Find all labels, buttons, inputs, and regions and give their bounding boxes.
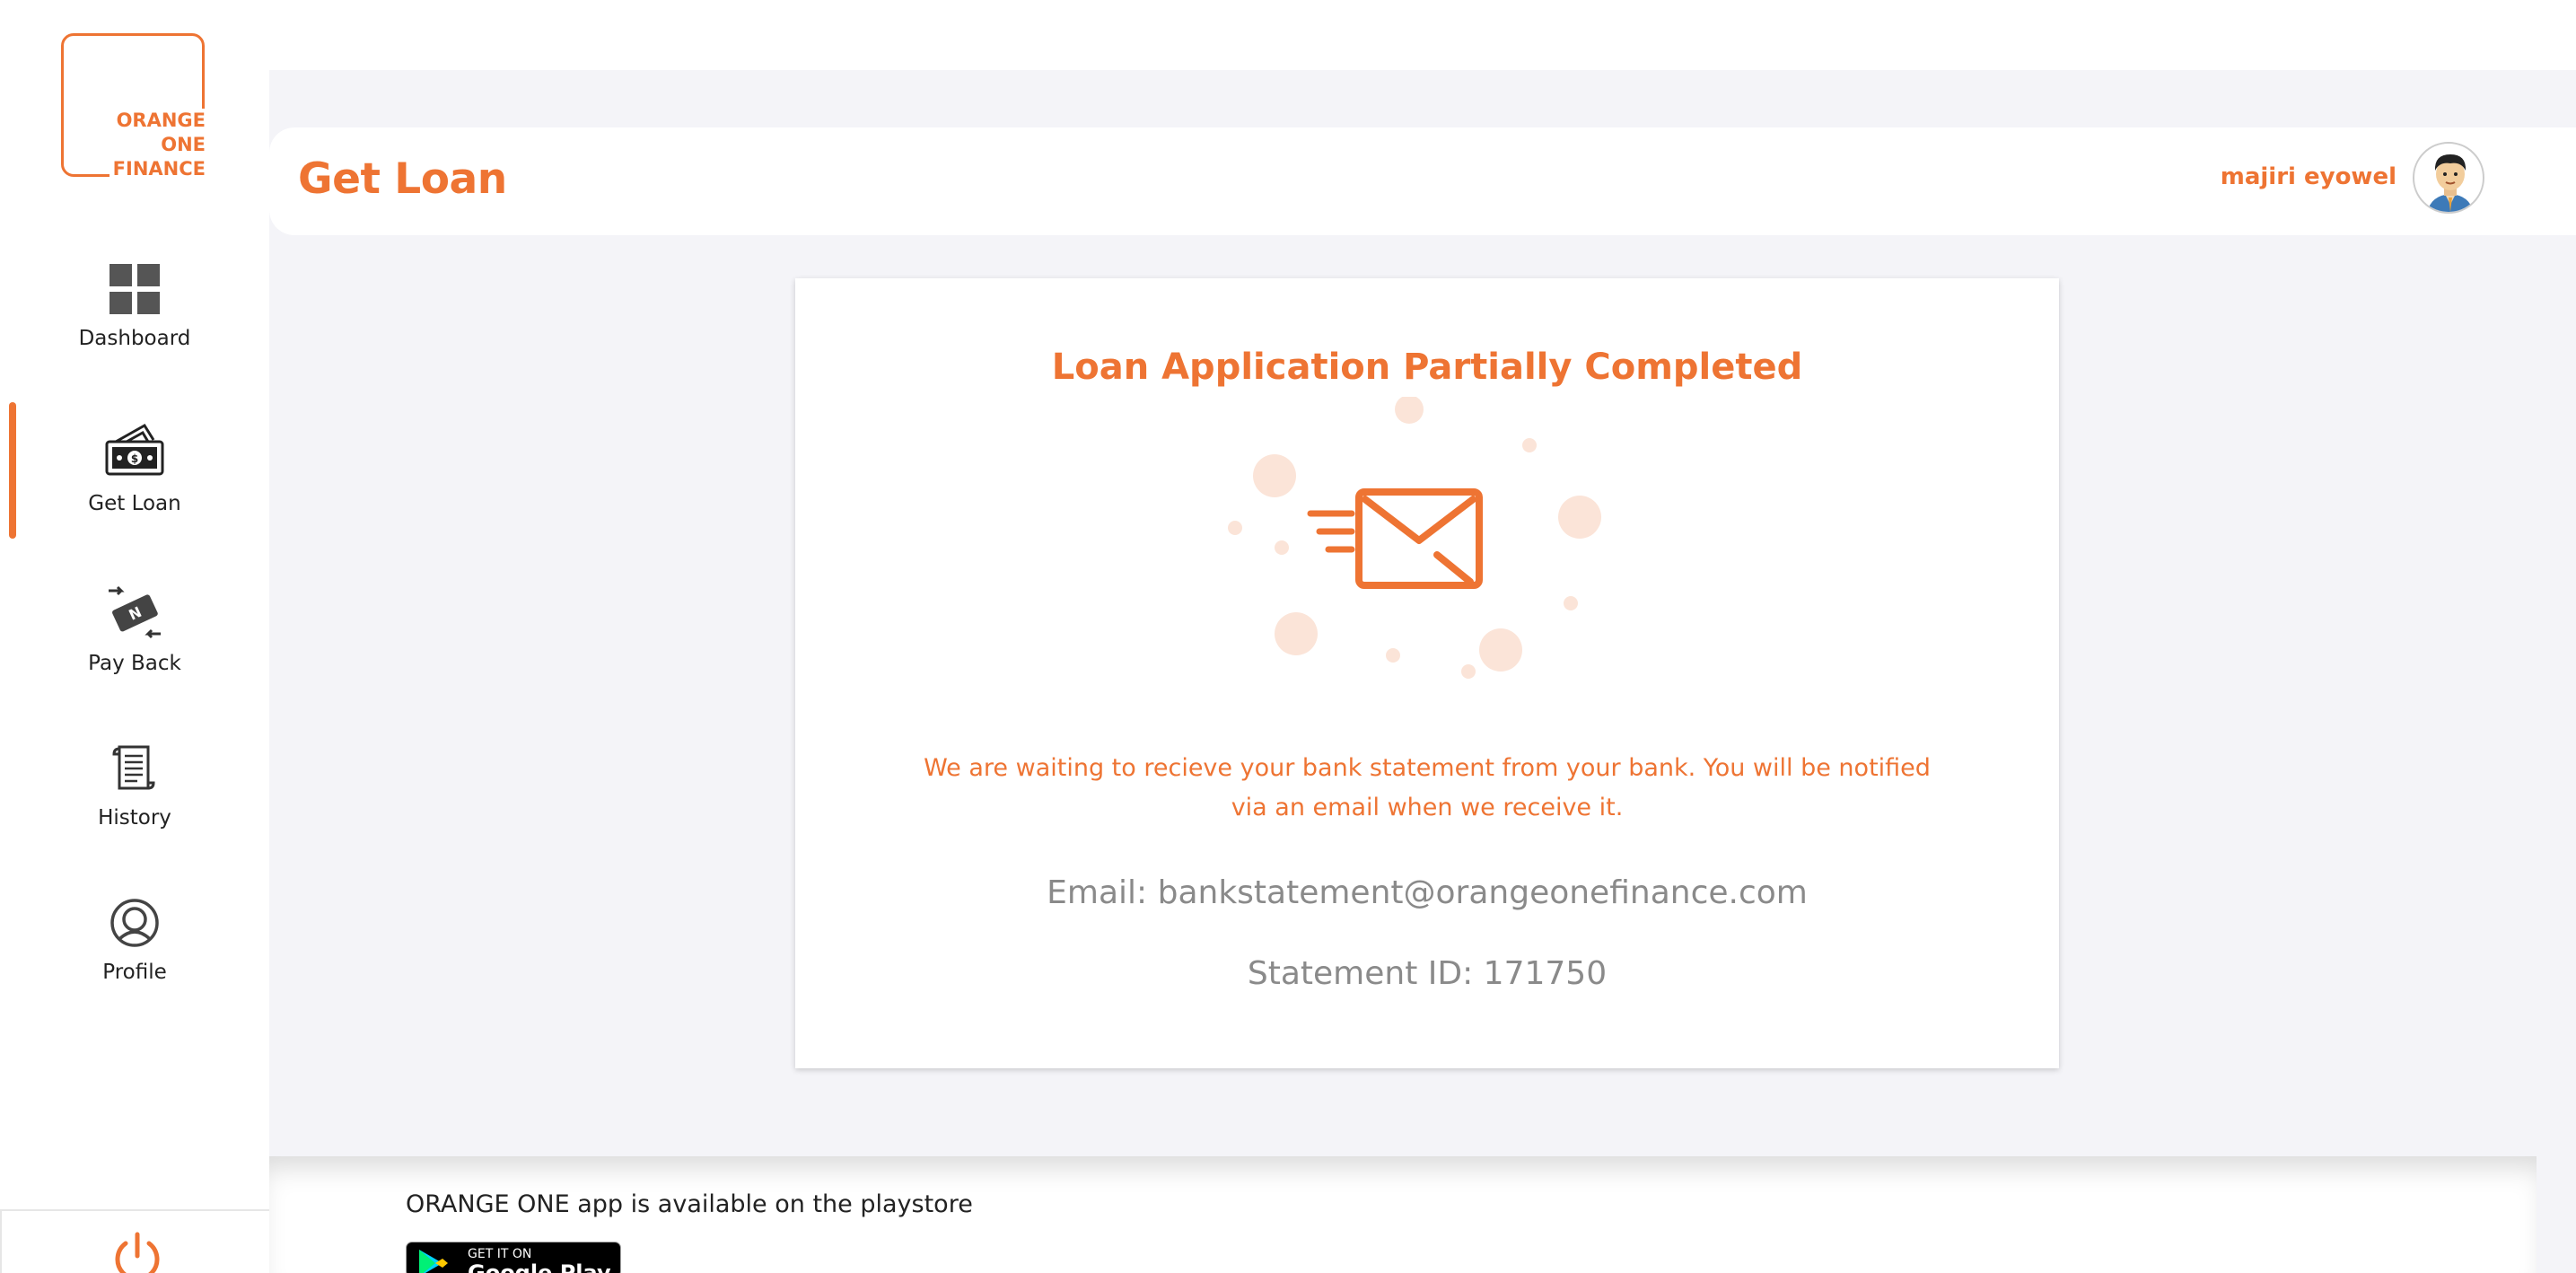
user-name[interactable]: majiri eyowel: [2221, 163, 2396, 190]
sidebar-item-label: Dashboard: [78, 327, 191, 350]
google-play-icon: [419, 1250, 448, 1273]
page-title: Get Loan: [298, 154, 507, 204]
dashboard-grid-icon: [110, 264, 160, 314]
svg-text:$: $: [131, 452, 138, 465]
brand-logo[interactable]: ORANGE ONE FINANCE: [61, 33, 206, 181]
sidebar-item-get-loan[interactable]: $ Get Loan: [0, 420, 269, 515]
card-title: Loan Application Partially Completed: [1051, 347, 1803, 388]
app-promo-footer: ORANGE ONE app is available on the plays…: [269, 1156, 2537, 1273]
sidebar: ORANGE ONE FINANCE Dashboard $ Get Loan: [0, 0, 269, 1273]
loan-status-card: Loan Application Partially Completed We …: [795, 278, 2059, 1068]
scroll-history-icon: [112, 745, 155, 790]
sidebar-item-history[interactable]: History: [0, 743, 269, 830]
money-cash-icon: $: [105, 423, 164, 476]
statement-email: Email: bankstatement@orangeonefinance.co…: [1047, 874, 1808, 911]
sidebar-item-label: Profile: [102, 961, 167, 984]
sidebar-item-label: Get Loan: [88, 492, 181, 515]
envelope-send-icon: [1228, 397, 1601, 679]
footer-text: ORANGE ONE app is available on the plays…: [406, 1190, 973, 1218]
sidebar-item-pay-back[interactable]: N Pay Back: [0, 585, 269, 675]
statement-id: Statement ID: 171750: [1247, 955, 1608, 992]
avatar[interactable]: [2413, 142, 2484, 214]
sidebar-item-label: Pay Back: [88, 652, 181, 675]
payback-transfer-icon: N: [109, 585, 161, 639]
sidebar-item-dashboard[interactable]: Dashboard: [0, 264, 269, 350]
user-avatar-icon: [2427, 154, 2474, 212]
status-message: We are waiting to recieve your bank stat…: [924, 754, 1931, 821]
page-header: Get Loan majiri eyowel: [269, 127, 2576, 235]
logout-button[interactable]: [0, 1209, 269, 1273]
user-profile-icon: [110, 899, 159, 947]
google-play-badge[interactable]: GET IT ON Google Play: [406, 1242, 621, 1273]
sidebar-item-profile[interactable]: Profile: [0, 898, 269, 984]
power-icon: [115, 1232, 160, 1273]
badge-small-text: GET IT ON: [468, 1247, 532, 1261]
brand-logo-text: ORANGE ONE FINANCE: [109, 109, 206, 181]
sidebar-item-label: History: [98, 806, 171, 830]
badge-big-text: Google Play: [468, 1260, 611, 1273]
